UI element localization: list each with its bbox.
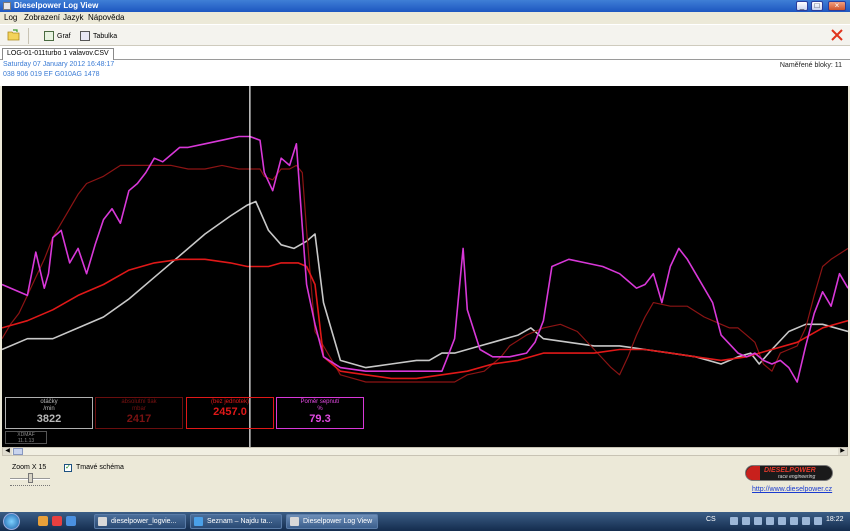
- open-folder-icon[interactable]: [7, 29, 21, 41]
- tray-network-icon[interactable]: [754, 517, 762, 525]
- menu-bar: Log Zobrazení Jazyk Nápověda: [0, 12, 850, 24]
- maximize-button[interactable]: □: [811, 1, 823, 11]
- window-title: Dieselpower Log View: [14, 1, 99, 10]
- bottom-panel: Zoom X 15 ✓ Tmavé schéma DIESELPOWER rac…: [0, 456, 850, 512]
- readout-pressure: absolutní tlak mbar 2417: [95, 397, 183, 429]
- log-date: Saturday 07 January 2012 16:48:17: [3, 61, 115, 68]
- readout-unitless-name: (bez jednotek): [210, 399, 250, 405]
- readout-pressure-value: 2417: [126, 413, 152, 425]
- close-window-button[interactable]: ×: [828, 1, 846, 11]
- language-indicator[interactable]: CS: [706, 516, 716, 523]
- readout-pressure-name: absolutní tlak: [121, 399, 157, 405]
- graph-icon: [44, 31, 54, 41]
- menu-view[interactable]: Zobrazení: [24, 13, 60, 22]
- tab-strip: LOG-01-011turbo 1 valavov.CSV: [0, 46, 850, 60]
- readout-unitless: (bez jednotek) 2457.0: [186, 397, 274, 429]
- readout-rpm: otáčky /min 3822: [5, 397, 93, 429]
- tray-power-icon[interactable]: [778, 517, 786, 525]
- readout-rpm-unit: /min: [43, 406, 55, 412]
- tray-expand-icon[interactable]: [730, 517, 738, 525]
- toolbar: Graf Tabulka: [0, 24, 850, 46]
- dieselpower-logo: DIESELPOWER race engineering: [745, 465, 833, 481]
- readout-duty-value: 79.3: [309, 413, 331, 425]
- quick-launch-media-icon[interactable]: [52, 516, 62, 526]
- scroll-thumb[interactable]: [13, 448, 23, 455]
- series-pressure-line: [2, 164, 848, 383]
- table-icon: [80, 31, 90, 41]
- dark-scheme-label: Tmavé schéma: [76, 464, 124, 471]
- zoom-label: Zoom X 15: [12, 464, 47, 471]
- scroll-right-icon[interactable]: ▶: [838, 448, 847, 455]
- app-icon: [3, 2, 11, 10]
- tray-flag-icon[interactable]: [790, 517, 798, 525]
- series-rpm-line: [2, 200, 848, 369]
- zoom-slider-ticks: [10, 485, 50, 487]
- chart-scrollbar[interactable]: ◀ ▶: [2, 447, 848, 456]
- readout-duty: Poměr sepnutí % 79.3: [276, 397, 364, 429]
- log-chart[interactable]: [2, 86, 848, 447]
- toolbar-separator: [28, 28, 29, 44]
- task-browser-icon: [194, 517, 203, 526]
- readout-duty-unit: %: [317, 406, 323, 412]
- task-explorer-label: dieselpower_logvie...: [111, 518, 177, 525]
- readout-pressure-unit: mbar: [132, 406, 146, 412]
- graph-button-label: Graf: [57, 32, 71, 40]
- series-duty-line: [2, 135, 848, 383]
- logo-subtext: race engineering: [778, 474, 816, 480]
- close-log-icon[interactable]: [830, 28, 844, 42]
- quick-launch-browser-icon[interactable]: [66, 516, 76, 526]
- menu-help[interactable]: Nápověda: [88, 13, 124, 22]
- task-logview[interactable]: Dieselpower Log View: [286, 514, 378, 529]
- tab-log-file[interactable]: LOG-01-011turbo 1 valavov.CSV: [2, 48, 114, 60]
- chart-area[interactable]: otáčky /min 3822 absolutní tlak mbar 241…: [2, 86, 848, 447]
- ecu-info: 038 906 019 EF G010AG 1478: [3, 71, 100, 78]
- zoom-slider-handle[interactable]: [28, 473, 33, 483]
- task-logview-label: Dieselpower Log View: [303, 518, 373, 525]
- readout-rpm-value: 3822: [36, 413, 62, 425]
- website-link[interactable]: http://www.dieselpower.cz: [752, 486, 832, 493]
- measured-blocks: Naměřené bloky: 11: [779, 62, 842, 69]
- dark-scheme-checkbox[interactable]: ✓: [64, 464, 72, 472]
- graph-button[interactable]: Graf: [44, 30, 71, 42]
- logo-text: DIESELPOWER: [764, 467, 816, 474]
- tray-security-icon[interactable]: [802, 517, 810, 525]
- readout-rpm-name: otáčky: [40, 399, 58, 405]
- minimize-button[interactable]: _: [796, 1, 808, 11]
- readout-unitless-value: 2457.0: [213, 406, 247, 418]
- menu-language[interactable]: Jazyk: [63, 13, 83, 22]
- start-button[interactable]: [3, 513, 20, 530]
- task-explorer-icon: [98, 517, 107, 526]
- cursor-info-line2: 11.1.13: [17, 438, 35, 444]
- table-button[interactable]: Tabulka: [80, 30, 117, 42]
- log-info-panel: Saturday 07 January 2012 16:48:17 038 90…: [0, 60, 850, 86]
- table-button-label: Tabulka: [93, 32, 118, 40]
- logo-mark: [746, 466, 760, 480]
- task-explorer[interactable]: dieselpower_logvie...: [94, 514, 186, 529]
- tray-volume-icon[interactable]: [766, 517, 774, 525]
- menu-log[interactable]: Log: [4, 13, 17, 22]
- readout-duty-name: Poměr sepnutí: [300, 399, 340, 405]
- task-browser[interactable]: Seznam – Najdu ta...: [190, 514, 282, 529]
- task-logview-icon: [290, 517, 299, 526]
- title-bar: Dieselpower Log View _ □ ×: [0, 0, 850, 12]
- taskbar-clock: 18:22: [826, 516, 844, 523]
- tray-app-icon[interactable]: [742, 517, 750, 525]
- tray-update-icon[interactable]: [814, 517, 822, 525]
- quick-launch-folder-icon[interactable]: [38, 516, 48, 526]
- taskbar: dieselpower_logvie... Seznam – Najdu ta.…: [0, 512, 850, 531]
- task-browser-label: Seznam – Najdu ta...: [207, 518, 273, 525]
- cursor-info-box: XDMAF 11.1.13: [5, 431, 47, 444]
- scroll-left-icon[interactable]: ◀: [3, 448, 12, 455]
